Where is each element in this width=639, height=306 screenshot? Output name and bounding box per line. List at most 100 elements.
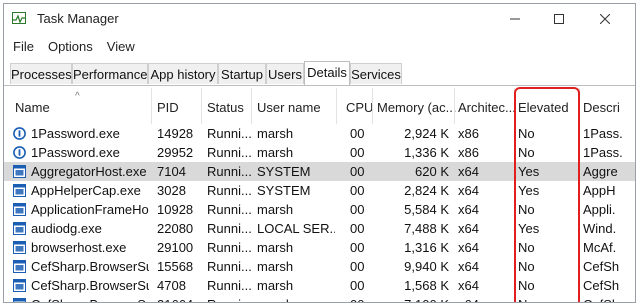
tab-strip: Processes Performance App history Startu… [4,61,635,86]
process-pid: 29952 [157,145,194,160]
sort-ascending-icon: ^ [75,91,80,102]
app-window-icon [13,241,26,254]
process-pid: 10928 [157,202,194,217]
column-divider[interactable] [372,88,373,124]
column-header-status[interactable]: Status [207,100,244,115]
elevated-column-highlight [514,87,580,302]
1password-icon [13,146,26,159]
process-architecture: x64 [458,278,479,293]
process-name: CefSharp.BrowserSub... [31,278,149,293]
process-description: AppH [583,183,616,198]
menu-file[interactable]: File [4,37,41,57]
process-memory: 1,336 K [404,145,449,160]
close-icon [599,11,611,27]
app-window-icon [13,184,26,197]
process-description: Appli. [583,202,616,217]
close-button[interactable] [582,4,628,34]
column-divider[interactable] [454,88,455,124]
process-name: AppHelperCap.exe [31,183,141,198]
menu-view[interactable]: View [100,37,142,57]
process-status: Runni... [207,240,251,255]
process-architecture: x64 [458,183,479,198]
process-description: CefSh [583,296,633,302]
process-pid: 14928 [157,126,194,141]
tab-performance[interactable]: Performance [72,63,148,84]
minimize-button[interactable] [492,4,538,34]
tab-services[interactable]: Services [350,63,402,84]
process-architecture: x86 [458,145,479,160]
process-user: marsh [257,145,294,160]
process-memory: 9,940 K [404,259,449,274]
process-cpu: 00 [350,259,365,274]
tab-app-history[interactable]: App history [148,63,218,84]
process-name: CefSharp.BrowserSub... [31,259,149,274]
process-name: browserhost.exe [31,240,127,255]
process-user: marsh [257,202,294,217]
app-window-icon [13,279,26,292]
process-cpu: 00 [350,183,365,198]
process-pid: 15568 [157,259,194,274]
app-window-icon [13,165,26,178]
column-divider[interactable] [201,88,202,124]
app-window-icon [13,222,26,235]
process-status: Runni... [207,296,251,302]
process-cpu: 00 [350,126,365,141]
tab-details[interactable]: Details [304,61,350,85]
process-pid: 29100 [157,240,194,255]
tab-startup[interactable]: Startup [218,63,266,84]
process-memory: 2,824 K [404,183,449,198]
process-cpu: 00 [350,240,365,255]
process-memory: 2,924 K [404,126,449,141]
process-description: CefSh [583,259,620,274]
process-name: AggregatorHost.exe [31,164,147,179]
column-header-user-name[interactable]: User name [257,100,321,115]
minimize-icon [510,11,520,27]
menu-options[interactable]: Options [41,37,100,57]
column-header-cpu[interactable]: CPU [346,100,373,115]
title-bar: Task Manager [4,4,635,34]
process-architecture: x64 [458,296,508,302]
maximize-button[interactable] [536,4,582,34]
process-pid: 4708 [157,278,186,293]
tab-users[interactable]: Users [266,63,304,84]
1password-icon [13,127,26,140]
column-header-description[interactable]: Descri [583,100,620,115]
process-description: 1Pass. [583,145,623,160]
process-memory: 620 K [415,164,449,179]
process-status: Runni... [207,164,251,179]
process-user: marsh [257,240,294,255]
process-cpu: 00 [350,164,365,179]
process-status: Runni... [207,221,251,236]
column-header-name[interactable]: Name [15,100,50,115]
process-status: Runni... [207,183,251,198]
process-pid: 22080 [157,221,194,236]
process-description: Aggre [583,164,618,179]
column-divider[interactable] [336,88,337,124]
process-architecture: x64 [458,259,479,274]
process-architecture: x64 [458,202,479,217]
process-name: 1Password.exe [31,145,120,160]
app-window-icon [13,260,26,273]
column-header-pid[interactable]: PID [157,100,179,115]
process-status: Runni... [207,202,251,217]
process-name: ApplicationFrameHo... [31,202,149,217]
process-memory: 5,584 K [404,202,449,217]
process-name: CefSharp.BrowserSub... [31,296,149,302]
process-description: McAf. [583,240,617,255]
process-architecture: x64 [458,240,479,255]
process-architecture: x86 [458,126,479,141]
process-cpu: 00 [350,202,365,217]
process-user: marsh [257,296,335,302]
process-user: marsh [257,259,294,274]
column-divider[interactable] [251,88,252,124]
column-header-architecture[interactable]: Architec... [458,100,516,115]
column-divider[interactable] [151,88,152,124]
process-description: Wind. [583,221,617,236]
process-pid: 3028 [157,183,186,198]
tab-processes[interactable]: Processes [10,63,72,84]
process-cpu: 00 [350,145,365,160]
maximize-icon [554,11,564,27]
process-pid: 21664 [157,296,199,302]
column-header-memory[interactable]: Memory (ac... [377,100,456,115]
process-memory: 1,316 K [404,240,449,255]
